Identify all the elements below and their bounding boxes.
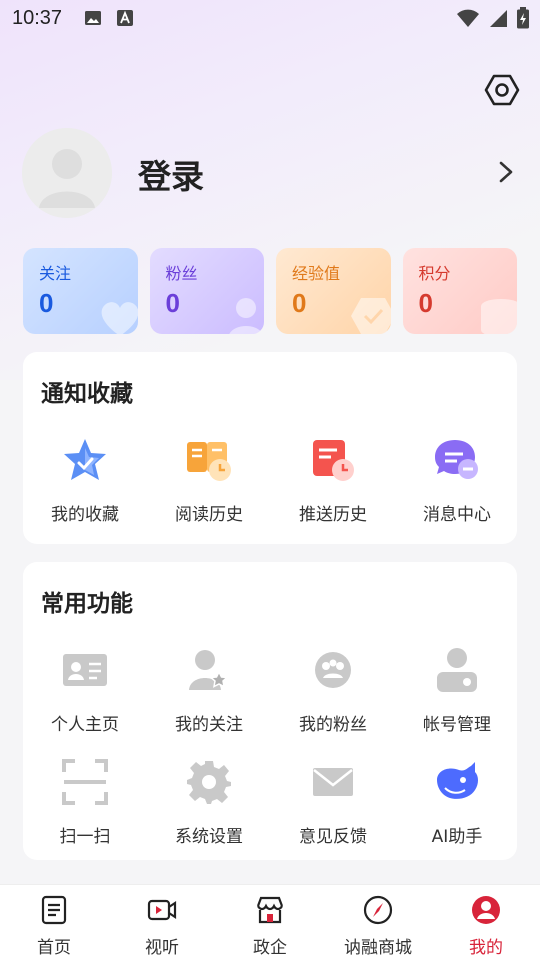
battery-icon: [517, 7, 529, 29]
stat-follow[interactable]: 关注 0: [23, 248, 138, 334]
tab-label: 首页: [37, 938, 71, 958]
ai-whale-icon: [437, 762, 478, 799]
heart-icon: [101, 302, 138, 334]
video-icon: [147, 899, 177, 921]
section-title: 通知收藏: [41, 381, 133, 407]
font-icon: [117, 10, 134, 26]
compass-icon: [363, 895, 393, 925]
tab-government[interactable]: 政企: [216, 885, 324, 960]
item-label: 我的关注: [175, 715, 243, 735]
stats-row: 关注 0 粉丝 0 经验值 0 积分 0: [23, 248, 517, 334]
reading-history-item[interactable]: 阅读历史: [147, 436, 271, 525]
my-follows-item[interactable]: 我的关注: [147, 646, 271, 735]
ai-assistant-item[interactable]: AI助手: [395, 758, 519, 847]
status-bar: 10:37: [0, 0, 540, 36]
bottom-tab-bar: 首页 视听 政企 讷融商城 我的: [0, 884, 540, 960]
scan-item[interactable]: 扫一扫: [23, 758, 147, 847]
item-label: 意见反馈: [299, 827, 367, 847]
status-time: 10:37: [12, 6, 63, 29]
section-title: 常用功能: [41, 591, 133, 617]
item-label: 我的收藏: [51, 505, 119, 525]
fans-icon: [315, 652, 351, 688]
coins-icon: [481, 299, 517, 334]
stat-label: 关注: [39, 264, 72, 283]
tab-mine[interactable]: 我的: [432, 885, 540, 960]
item-label: 我的粉丝: [299, 715, 367, 735]
item-label: AI助手: [431, 827, 483, 847]
stat-label: 粉丝: [165, 264, 198, 283]
person-icon: [229, 298, 263, 334]
message-icon: [435, 440, 478, 479]
id-card-icon: [63, 654, 107, 686]
stat-experience[interactable]: 经验值 0: [276, 248, 391, 334]
tab-label: 视听: [145, 938, 179, 958]
my-fans-item[interactable]: 我的粉丝: [271, 646, 395, 735]
user-star-icon: [189, 650, 229, 690]
tab-label: 讷融商城: [344, 938, 412, 958]
scan-icon: [62, 759, 108, 805]
tab-label: 政企: [253, 938, 287, 958]
badge-icon: [350, 298, 391, 334]
tab-mall[interactable]: 讷融商城: [324, 885, 432, 960]
item-label: 阅读历史: [175, 505, 243, 525]
item-label: 扫一扫: [59, 827, 111, 847]
favorites-item[interactable]: 我的收藏: [23, 436, 147, 525]
gear-icon: [187, 761, 231, 804]
common-functions-card: 常用功能 个人主页 我的关注 我的粉丝 帐号管理 扫一扫 系统设置 意见反馈 A…: [23, 562, 517, 860]
account-gear-icon: [437, 648, 477, 692]
stat-label: 经验值: [292, 264, 341, 283]
profile-login-row[interactable]: 登录: [22, 128, 522, 218]
wifi-icon: [457, 9, 479, 27]
account-management-item[interactable]: 帐号管理: [395, 646, 519, 735]
tab-label: 我的: [469, 938, 503, 958]
message-center-item[interactable]: 消息中心: [395, 436, 519, 525]
stat-points[interactable]: 积分 0: [402, 248, 517, 334]
tab-video[interactable]: 视听: [108, 885, 216, 960]
book-clock-icon: [187, 442, 231, 481]
user-icon: [472, 896, 500, 924]
gallery-icon: [85, 11, 102, 25]
tab-home[interactable]: 首页: [0, 885, 108, 960]
item-label: 消息中心: [423, 505, 491, 525]
mail-icon: [313, 768, 353, 796]
personal-home-item[interactable]: 个人主页: [23, 646, 147, 735]
store-icon: [256, 896, 284, 924]
default-avatar-icon: [22, 128, 112, 218]
item-label: 系统设置: [175, 827, 243, 847]
star-icon: [64, 439, 106, 480]
item-label: 帐号管理: [423, 715, 491, 735]
stat-label: 积分: [418, 264, 451, 283]
item-label: 推送历史: [299, 505, 367, 525]
chevron-right-icon[interactable]: [496, 160, 516, 184]
hex-settings-icon: [484, 74, 520, 106]
feedback-item[interactable]: 意见反馈: [271, 758, 395, 847]
signal-icon: [490, 10, 507, 27]
push-history-item[interactable]: 推送历史: [271, 436, 395, 525]
push-clock-icon: [313, 440, 354, 481]
settings-button[interactable]: [484, 72, 520, 108]
notify-favorites-card: 通知收藏 我的收藏 阅读历史 推送历史 消息中心: [23, 352, 517, 544]
avatar[interactable]: [22, 128, 112, 218]
stat-fans[interactable]: 粉丝 0: [149, 248, 264, 334]
home-doc-icon: [41, 895, 67, 925]
login-label[interactable]: 登录: [138, 150, 204, 198]
system-settings-item[interactable]: 系统设置: [147, 758, 271, 847]
item-label: 个人主页: [51, 715, 119, 735]
